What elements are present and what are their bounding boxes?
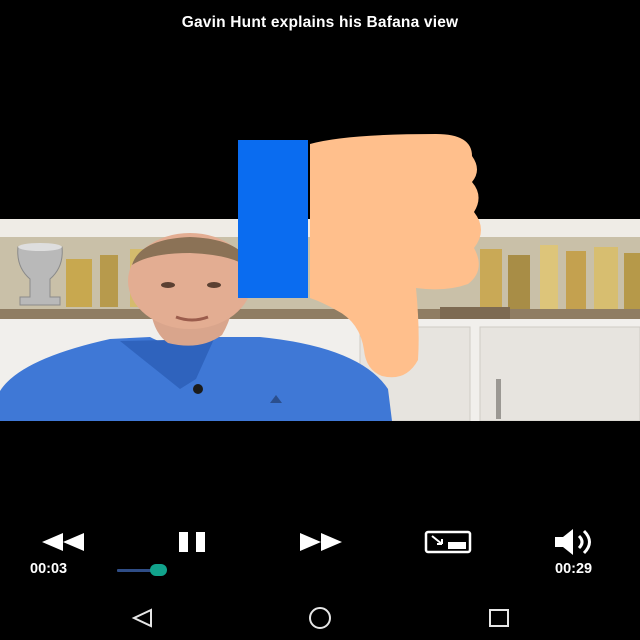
back-triangle-icon — [131, 608, 152, 628]
thumb-hand — [310, 134, 481, 378]
home-circle-icon — [309, 607, 331, 629]
pause-button[interactable] — [174, 524, 210, 560]
volume-icon — [555, 529, 591, 555]
picture-in-picture-icon — [424, 530, 472, 554]
nav-home-button[interactable] — [305, 606, 335, 630]
fast-forward-button[interactable] — [298, 524, 344, 560]
thumbs-down-icon — [236, 130, 496, 380]
thumb-cuff — [238, 140, 308, 298]
video-title: Gavin Hunt explains his Bafana view — [181, 14, 459, 31]
system-navigation-bar — [0, 598, 640, 640]
fast-forward-icon — [300, 533, 342, 551]
picture-in-picture-button[interactable] — [422, 524, 474, 560]
rewind-button[interactable] — [40, 524, 86, 560]
rewind-icon — [42, 533, 84, 551]
nav-back-button[interactable] — [127, 606, 157, 630]
pause-icon — [179, 532, 205, 552]
seek-thumb[interactable] — [150, 564, 167, 576]
duration: 00:29 — [555, 561, 593, 577]
recents-square-icon — [489, 609, 509, 627]
player-controls — [0, 524, 640, 560]
volume-button[interactable] — [552, 524, 600, 560]
current-time: 00:03 — [30, 561, 68, 577]
nav-recents-button[interactable] — [484, 606, 514, 630]
